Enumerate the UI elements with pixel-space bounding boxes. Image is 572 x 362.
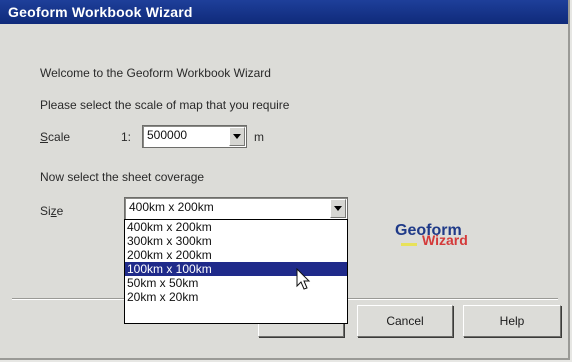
window-title: Geoform Workbook Wizard	[8, 4, 193, 20]
size-dropdown-list[interactable]: 400km x 200km 300km x 300km 200km x 200k…	[124, 219, 348, 324]
scale-dropdown-button[interactable]	[229, 127, 245, 146]
size-label-start: Si	[40, 204, 51, 218]
scale-unit: m	[254, 130, 264, 144]
size-label: Size	[40, 204, 63, 218]
list-item[interactable]: 200km x 200km	[125, 248, 347, 262]
scale-ratio-prefix: 1:	[121, 130, 132, 144]
list-item[interactable]: 400km x 200km	[125, 220, 347, 234]
logo-wizard-text: Wizard	[422, 232, 468, 248]
welcome-text: Welcome to the Geoform Workbook Wizard	[40, 66, 271, 80]
title-bar[interactable]: Geoform Workbook Wizard	[0, 0, 568, 24]
cancel-button[interactable]: Cancel	[357, 305, 453, 337]
list-item[interactable]: 20km x 20km	[125, 290, 347, 304]
coverage-prompt: Now select the sheet coverage	[40, 170, 205, 184]
size-value: 400km x 200km	[129, 200, 214, 214]
size-label-rest: e	[56, 204, 64, 218]
scale-prompt: Please select the scale of map that you …	[40, 98, 290, 112]
help-button[interactable]: Help	[463, 305, 561, 337]
list-item[interactable]: 50km x 50km	[125, 276, 347, 290]
scale-value: 500000	[147, 128, 188, 142]
size-combobox[interactable]: 400km x 200km	[124, 197, 348, 220]
scale-label: Scale	[40, 130, 70, 144]
list-item[interactable]: 300km x 300km	[125, 234, 347, 248]
mouse-pointer-icon	[296, 268, 311, 290]
geoform-wizard-logo: Geoform Wizard	[395, 222, 477, 252]
logo-underline	[401, 243, 417, 246]
scale-combobox[interactable]: 500000	[142, 125, 247, 148]
size-dropdown-button[interactable]	[330, 199, 346, 218]
chevron-down-icon	[334, 206, 342, 211]
scale-label-rest: cale	[48, 130, 71, 144]
list-item-selected[interactable]: 100km x 100km	[125, 262, 347, 276]
chevron-down-icon	[233, 134, 241, 139]
wizard-dialog: Geoform Workbook Wizard Welcome to the G…	[0, 0, 570, 360]
scale-label-accelerator: S	[40, 130, 49, 144]
